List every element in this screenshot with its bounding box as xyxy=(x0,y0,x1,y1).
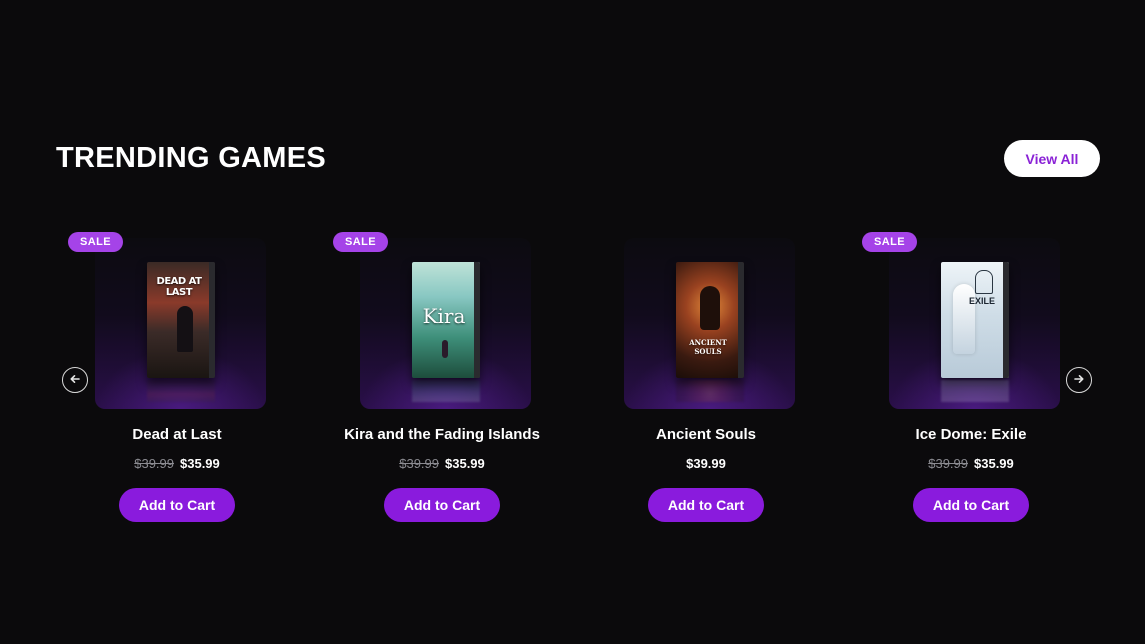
product-image[interactable]: DEAD AT LAST xyxy=(95,238,266,409)
add-to-cart-button[interactable]: Add to Cart xyxy=(913,488,1029,522)
sale-price: $35.99 xyxy=(445,456,485,471)
product-image[interactable]: Kira xyxy=(360,238,531,409)
sale-badge: SALE xyxy=(333,232,388,252)
price-row: $39.99 $35.99 xyxy=(62,456,292,471)
cover-title: Kira xyxy=(422,304,466,328)
view-all-button[interactable]: View All xyxy=(1004,140,1100,177)
section-title: TRENDING GAMES xyxy=(56,142,327,174)
sale-badge: SALE xyxy=(862,232,917,252)
add-to-cart-button[interactable]: Add to Cart xyxy=(648,488,764,522)
cover-figure xyxy=(953,284,975,354)
original-price: $39.99 xyxy=(928,456,968,471)
cover-figure xyxy=(442,340,448,358)
game-cover: Kira xyxy=(412,262,480,378)
trending-games-section: TRENDING GAMES View All DEAD AT LAST SAL… xyxy=(0,0,1145,644)
game-cover: EXILE xyxy=(941,262,1009,378)
sale-price: $35.99 xyxy=(974,456,1014,471)
cover-reflection xyxy=(147,380,215,402)
product-card-dead-at-last[interactable]: DEAD AT LAST SALE Dead at Last $39.99 $35… xyxy=(62,228,292,528)
add-to-cart-button[interactable]: Add to Cart xyxy=(384,488,500,522)
product-card-ice-dome-exile[interactable]: EXILE SALE Ice Dome: Exile $39.99 $35.99 … xyxy=(856,228,1086,528)
cover-title: EXILE xyxy=(968,296,995,306)
product-name[interactable]: Kira and the Fading Islands xyxy=(327,426,557,443)
price-row: $39.99 $35.99 xyxy=(327,456,557,471)
product-card-kira[interactable]: Kira SALE Kira and the Fading Islands $3… xyxy=(327,228,557,528)
game-cover: ANCIENT SOULS xyxy=(676,262,744,378)
cover-reflection xyxy=(676,380,744,402)
product-name[interactable]: Ice Dome: Exile xyxy=(856,426,1086,443)
original-price: $39.99 xyxy=(399,456,439,471)
price: $39.99 xyxy=(686,456,726,471)
product-name[interactable]: Dead at Last xyxy=(62,426,292,443)
original-price: $39.99 xyxy=(134,456,174,471)
price-row: $39.99 $35.99 xyxy=(856,456,1086,471)
product-card-ancient-souls[interactable]: ANCIENT SOULS Ancient Souls $39.99 Add t… xyxy=(591,228,821,528)
cover-figure xyxy=(700,286,720,330)
product-image[interactable]: ANCIENT SOULS xyxy=(624,238,795,409)
cover-reflection xyxy=(412,380,480,402)
product-name[interactable]: Ancient Souls xyxy=(591,426,821,443)
add-to-cart-button[interactable]: Add to Cart xyxy=(119,488,235,522)
product-image[interactable]: EXILE xyxy=(889,238,1060,409)
sale-badge: SALE xyxy=(68,232,123,252)
cover-title: DEAD AT LAST xyxy=(156,276,202,298)
price-row: $39.99 xyxy=(591,456,821,471)
cover-reflection xyxy=(941,380,1009,402)
sale-price: $35.99 xyxy=(180,456,220,471)
cover-logo-icon xyxy=(975,270,993,294)
game-cover: DEAD AT LAST xyxy=(147,262,215,378)
cover-figure xyxy=(177,306,193,352)
cover-title: ANCIENT SOULS xyxy=(689,338,727,356)
